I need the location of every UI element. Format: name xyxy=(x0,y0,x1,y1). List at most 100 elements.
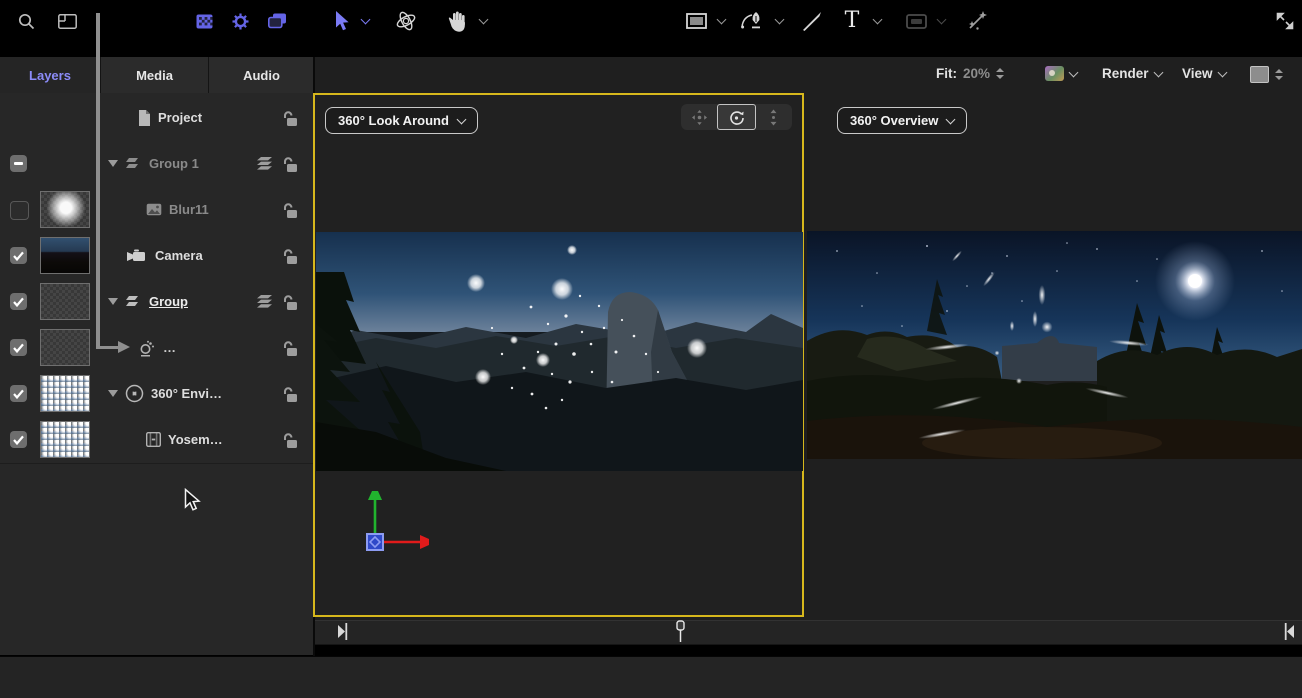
search-button[interactable] xyxy=(12,0,40,42)
camera-mode-dropdown[interactable]: 360° Look Around xyxy=(325,107,478,134)
layer-name: Group xyxy=(149,294,188,309)
layer-thumbnail[interactable] xyxy=(40,237,90,274)
show-hud-toggle[interactable] xyxy=(262,0,292,42)
layer-thumbnail[interactable] xyxy=(40,329,90,366)
layer-row-emitter[interactable]: … xyxy=(0,325,313,372)
viewport-overview-image[interactable] xyxy=(807,231,1302,459)
chevron-down-icon xyxy=(946,114,956,124)
mouse-cursor xyxy=(184,488,202,513)
line-icon xyxy=(802,11,822,31)
view-menu[interactable]: View xyxy=(1182,66,1226,81)
chevron-down-icon xyxy=(456,114,466,124)
adjust-item-tool[interactable] xyxy=(962,0,992,42)
lock-open-icon[interactable] xyxy=(281,432,298,449)
lock-open-icon[interactable] xyxy=(281,294,298,311)
fit-label: Fit: xyxy=(936,66,957,81)
layer-row-360-environment[interactable]: 360° Envi… xyxy=(0,371,313,418)
dolly-tool-button[interactable] xyxy=(756,104,792,130)
bezier-pen-tool[interactable] xyxy=(738,0,768,42)
activation-checkbox-unchecked[interactable] xyxy=(10,201,29,220)
mask-tool-disabled[interactable] xyxy=(902,0,930,42)
activation-checkbox-checked[interactable] xyxy=(10,339,27,356)
render-menu[interactable]: Render xyxy=(1102,66,1162,81)
layer-row-project[interactable]: Project xyxy=(0,95,313,142)
color-channels-icon xyxy=(1045,66,1064,81)
orbit-3d-icon xyxy=(395,10,417,32)
rectangle-shape-tool[interactable] xyxy=(682,0,710,42)
zoom-stepper[interactable] xyxy=(996,68,1004,79)
3d-transform-gizmo[interactable] xyxy=(352,478,447,560)
layer-row-group[interactable]: Group xyxy=(0,279,313,326)
lock-open-icon[interactable] xyxy=(281,248,298,265)
orbit-tool-button-selected[interactable] xyxy=(717,104,755,130)
activation-checkbox-mixed[interactable] xyxy=(10,155,27,172)
layer-row-yosemite-clip[interactable]: Yosem… xyxy=(0,417,313,464)
line-tool[interactable] xyxy=(798,0,826,42)
mask-rectangle-icon xyxy=(906,14,927,29)
camera-overlay-toolgroup xyxy=(681,104,792,130)
disclosure-triangle[interactable] xyxy=(108,298,118,305)
layer-thumbnail[interactable] xyxy=(40,421,90,458)
sphere-360-icon xyxy=(125,384,144,403)
gear-icon xyxy=(232,13,249,30)
image-icon xyxy=(146,203,162,216)
callout-arrowhead xyxy=(118,341,130,353)
mini-timeline[interactable] xyxy=(315,620,1302,645)
stacked-layers-badge-icon xyxy=(256,156,275,171)
pan-tool-button[interactable] xyxy=(681,104,717,130)
show-alpha-toggle[interactable] xyxy=(190,0,218,42)
text-tool[interactable]: T xyxy=(840,0,864,42)
layer-thumbnail[interactable] xyxy=(40,375,90,412)
activation-checkbox-checked[interactable] xyxy=(10,293,27,310)
timeline-playhead[interactable] xyxy=(676,620,686,642)
select-tool-dropdown[interactable] xyxy=(356,0,374,42)
layout-stepper[interactable] xyxy=(1275,69,1283,80)
tab-media[interactable]: Media xyxy=(101,57,209,93)
disclosure-triangle[interactable] xyxy=(108,390,118,397)
view-label: View xyxy=(1182,66,1213,81)
shape-tool-dropdown[interactable] xyxy=(712,0,730,42)
lock-open-icon[interactable] xyxy=(281,386,298,403)
project-pane-toggle[interactable] xyxy=(52,0,82,42)
activation-checkbox-checked[interactable] xyxy=(10,431,27,448)
layer-thumbnail[interactable] xyxy=(40,283,90,320)
select-transform-tool[interactable] xyxy=(330,0,354,42)
chevron-down-icon xyxy=(716,15,726,25)
mask-tool-dropdown-disabled[interactable] xyxy=(932,0,950,42)
view-tool-dropdown[interactable] xyxy=(474,0,492,42)
lock-open-icon[interactable] xyxy=(281,156,298,173)
disclosure-triangle[interactable] xyxy=(108,160,118,167)
tab-layers[interactable]: Layers xyxy=(0,57,101,93)
render-settings-toggle[interactable] xyxy=(226,0,254,42)
viewport-look-around-image[interactable] xyxy=(316,232,803,471)
lock-open-icon[interactable] xyxy=(281,110,298,127)
zoom-level-control[interactable]: Fit: 20% xyxy=(936,66,1004,81)
pen-tool-dropdown[interactable] xyxy=(770,0,788,42)
tab-audio[interactable]: Audio xyxy=(209,57,314,93)
layer-row-group1[interactable]: Group 1 xyxy=(0,141,313,188)
document-icon xyxy=(138,110,151,126)
stacked-windows-icon xyxy=(268,13,287,29)
channels-dropdown[interactable] xyxy=(1045,66,1077,81)
layer-row-camera[interactable]: Camera xyxy=(0,233,313,280)
search-icon xyxy=(18,13,35,30)
overview-mode-dropdown[interactable]: 360° Overview xyxy=(837,107,967,134)
pan-hand-tool[interactable] xyxy=(444,0,470,42)
pan-move-icon xyxy=(691,109,708,126)
camera-mode-label: 360° Look Around xyxy=(338,113,449,128)
activation-checkbox-checked[interactable] xyxy=(10,385,27,402)
lock-open-icon[interactable] xyxy=(281,340,298,357)
layout-selector[interactable] xyxy=(1250,66,1283,83)
text-tool-dropdown[interactable] xyxy=(868,0,886,42)
overview-mode-label: 360° Overview xyxy=(850,113,938,128)
layer-name: Camera xyxy=(155,248,203,263)
film-clip-icon xyxy=(146,432,161,447)
layer-row-blur11[interactable]: Blur11 xyxy=(0,187,313,234)
3d-transform-tool[interactable] xyxy=(392,0,420,42)
expand-view-button[interactable] xyxy=(1272,0,1298,42)
activation-checkbox-checked[interactable] xyxy=(10,247,27,264)
timeline-in-marker[interactable] xyxy=(338,623,348,640)
timeline-out-marker[interactable] xyxy=(1284,623,1294,640)
lock-open-icon[interactable] xyxy=(281,202,298,219)
layer-thumbnail[interactable] xyxy=(40,191,90,228)
